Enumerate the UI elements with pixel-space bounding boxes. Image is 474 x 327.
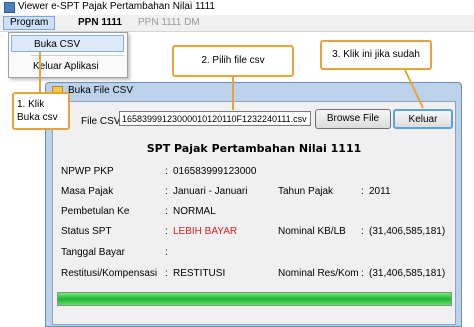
callout-3-arrow: [404, 69, 424, 109]
callout-step-1: 1. Klik Buka csv: [12, 92, 70, 130]
callout-step-3: 3. Klik ini jika sudah: [320, 40, 432, 70]
callout-step-2: 2. Pilih file csv: [172, 45, 294, 77]
